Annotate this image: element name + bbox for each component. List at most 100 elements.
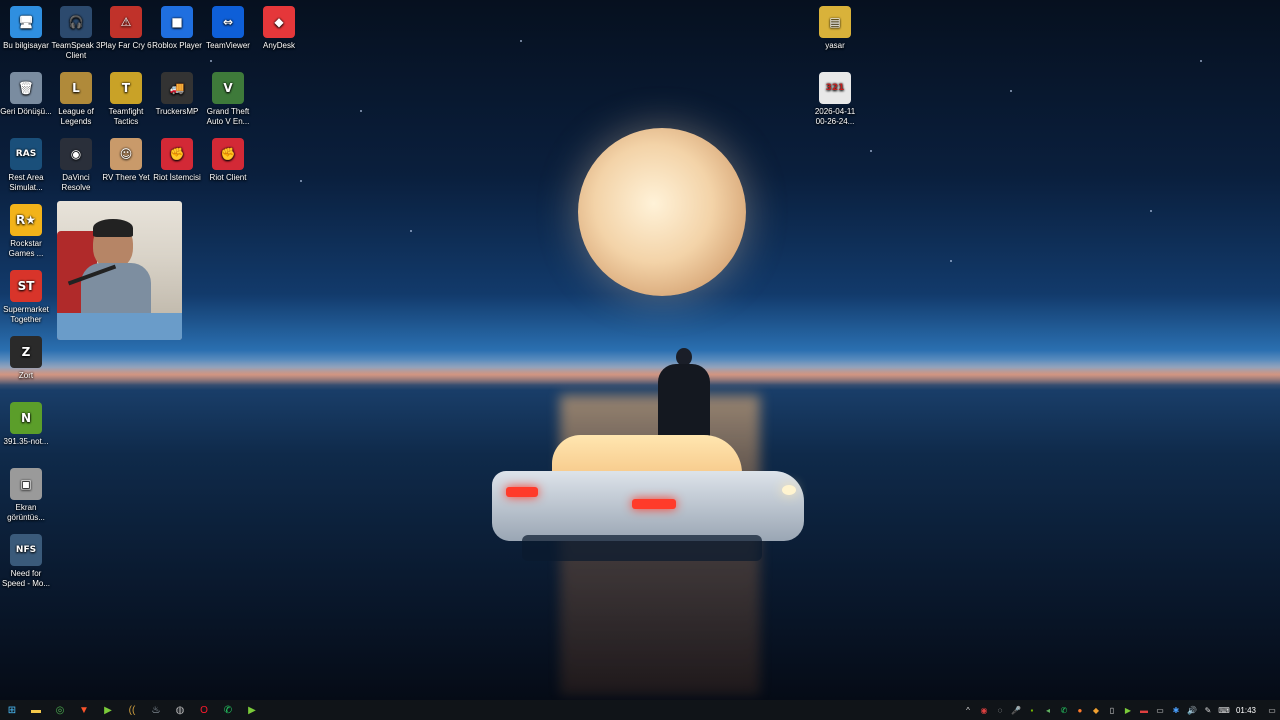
taskbar-clock[interactable]: 01:43 — [1232, 706, 1264, 715]
desktop-shortcut[interactable]: ✊ Riot İstemcisi — [151, 132, 203, 183]
desktop-shortcut-label: RV There Yet — [102, 173, 150, 182]
desktop-shortcut[interactable]: R★ Rockstar Games ... — [0, 198, 52, 259]
moon-illustration — [578, 128, 746, 296]
gta-icon: V — [212, 72, 244, 104]
desktop-shortcut[interactable]: ⇔ TeamViewer — [202, 0, 254, 51]
battery-icon[interactable]: ▯ — [1104, 700, 1120, 720]
desktop-shortcut[interactable]: RAS Rest Area Simulat... — [0, 132, 52, 193]
star — [1200, 60, 1202, 62]
launcher-icon[interactable]: ▶ — [96, 700, 120, 720]
tray-app-7-icon[interactable]: ▬ — [1136, 700, 1152, 720]
roblox-icon: ■ — [161, 6, 193, 38]
teamviewer-icon: ⇔ — [212, 6, 244, 38]
nfs-icon: NFS — [10, 534, 42, 566]
desktop-shortcut-label: TeamSpeak 3 Client — [51, 41, 101, 60]
farcry-icon: ⚠ — [110, 6, 142, 38]
desktop-shortcut[interactable]: N 391.35-not... — [0, 396, 52, 447]
desktop-shortcut[interactable]: 🚚 TruckersMP — [151, 66, 203, 117]
whatsapp-tray-icon[interactable]: ✆ — [1056, 700, 1072, 720]
teamspeak-icon: 🎧 — [60, 6, 92, 38]
desktop-shortcut[interactable]: ▤ yasar — [809, 0, 861, 51]
desktop-shortcut[interactable]: ☺ RV There Yet — [100, 132, 152, 183]
volume-icon[interactable]: 🔊 — [1184, 700, 1200, 720]
desktop-shortcut-label: Need for Speed - Mo... — [1, 569, 51, 588]
desktop-shortcut[interactable]: T Teamfight Tactics — [100, 66, 152, 127]
desktop-shortcut[interactable]: 321 2026-04-11 00-26-24... — [809, 66, 861, 127]
desktop-shortcut[interactable]: ◉ DaVinci Resolve — [50, 132, 102, 193]
microphone-icon[interactable]: 🎤 — [1008, 700, 1024, 720]
desktop-shortcut-label: Supermarket Together — [3, 305, 49, 324]
star — [870, 150, 872, 152]
desktop-shortcut-label: Play Far Cry 6 — [100, 41, 152, 50]
desktop-shortcut[interactable]: ⚠ Play Far Cry 6 — [100, 0, 152, 51]
desktop-shortcut-label: DaVinci Resolve — [61, 173, 91, 192]
horizon-glow — [0, 360, 1280, 390]
media-player-icon[interactable]: ▶ — [240, 700, 264, 720]
nvidia-icon: N — [10, 402, 42, 434]
desktop-shortcut[interactable]: V Grand Theft Auto V En... — [202, 66, 254, 127]
steam-icon[interactable]: ♨ — [144, 700, 168, 720]
riot-client-icon: ✊ — [212, 138, 244, 170]
desktop-shortcut[interactable]: 🎧 TeamSpeak 3 Client — [50, 0, 102, 61]
desktop-shortcut[interactable]: ▣ Ekran görüntüs... — [0, 462, 52, 523]
desktop-shortcut-label: AnyDesk — [262, 41, 295, 50]
bluetooth-icon[interactable]: ✱ — [1168, 700, 1184, 720]
desktop-shortcut[interactable]: ■ Roblox Player — [151, 0, 203, 51]
star — [410, 230, 412, 232]
tray-app-3-icon[interactable]: ◂ — [1040, 700, 1056, 720]
riot-icon: ✊ — [161, 138, 193, 170]
tray-app-1-icon[interactable]: ◉ — [976, 700, 992, 720]
rest-area-icon: RAS — [10, 138, 42, 170]
anydesk-icon: ◆ — [263, 6, 295, 38]
supermarket-icon: ST — [10, 270, 42, 302]
tray-app-6-icon[interactable]: ▶ — [1120, 700, 1136, 720]
desktop-shortcut[interactable]: ◆ AnyDesk — [253, 0, 305, 51]
desktop-shortcut-label: Bu bilgisayar — [3, 41, 49, 50]
webcam-person-hair — [93, 219, 133, 237]
obs-icon[interactable]: ◍ — [168, 700, 192, 720]
star — [300, 180, 302, 182]
star — [520, 40, 522, 42]
file-explorer-icon[interactable]: ▬ — [24, 700, 48, 720]
brave-icon[interactable]: ▼ — [72, 700, 96, 720]
desktop-shortcut-label: Roblox Player — [152, 41, 202, 50]
opera-icon[interactable]: O — [192, 700, 216, 720]
star — [360, 110, 362, 112]
truckersmp-icon: 🚚 — [161, 72, 193, 104]
tray-app-4-icon[interactable]: ● — [1072, 700, 1088, 720]
system-tray: ^ ◉ ◌ 🎤 ▪ ◂ ✆ ● ◆ ▯ ▶ ▬ ▭ ✱ 🔊 ✎ ⌨ 01:43 ▭ — [960, 700, 1280, 720]
start-button[interactable]: ⊞ — [0, 700, 24, 720]
desktop-shortcut-label: Riot Client — [209, 173, 247, 182]
car-illustration — [492, 435, 804, 565]
desktop-shortcut[interactable]: Z Zort — [0, 330, 52, 381]
taskbar: ⊞ ▬ ◎ ▼ ▶((♨ ◍ O ✆ ▶ ^ ◉ ◌ 🎤 ▪ ◂ ✆ ● ◆ ▯ ▶ ▬ ▭ ✱ 🔊 ✎ ⌨ 01:43 ▭ — [0, 700, 1280, 720]
desktop-shortcut-label: Geri Dönüşü... — [0, 107, 52, 116]
desktop-shortcut[interactable]: 🖥 Bu bilgisayar — [0, 0, 52, 51]
audio-app-icon[interactable]: (( — [120, 700, 144, 720]
desktop-shortcut-label: Riot İstemcisi — [153, 173, 201, 182]
pen-icon[interactable]: ✎ — [1200, 700, 1216, 720]
desktop-shortcut[interactable]: ✊ Riot Client — [202, 132, 254, 183]
desktop-shortcut-label: Rockstar Games ... — [8, 239, 44, 258]
desktop-shortcut[interactable]: ST Supermarket Together — [0, 264, 52, 325]
chrome-icon[interactable]: ◎ — [48, 700, 72, 720]
tft-icon: T — [110, 72, 142, 104]
desktop-shortcut-label: League of Legends — [58, 107, 94, 126]
webcam-overlay — [57, 201, 182, 340]
notification-icon[interactable]: ▭ — [1264, 700, 1280, 720]
network-icon[interactable]: ▭ — [1152, 700, 1168, 720]
desktop-shortcut-label: Grand Theft Auto V En... — [206, 107, 250, 126]
tray-app-2-icon[interactable]: ◌ — [992, 700, 1008, 720]
whatsapp-icon[interactable]: ✆ — [216, 700, 240, 720]
nvidia-tray-icon[interactable]: ▪ — [1024, 700, 1040, 720]
league-icon: L — [60, 72, 92, 104]
tray-app-5-icon[interactable]: ◆ — [1088, 700, 1104, 720]
desktop-shortcut[interactable]: 🗑 Geri Dönüşü... — [0, 66, 52, 117]
webcam-desk — [57, 313, 182, 340]
desktop-shortcut[interactable]: L League of Legends — [50, 66, 102, 127]
keyboard-icon[interactable]: ⌨ — [1216, 700, 1232, 720]
screenshot-icon: ▣ — [10, 468, 42, 500]
desktop-shortcut[interactable]: NFS Need for Speed - Mo... — [0, 528, 52, 589]
show-hidden-icons[interactable]: ^ — [960, 700, 976, 720]
desktop-shortcut-label: TeamViewer — [206, 41, 250, 50]
